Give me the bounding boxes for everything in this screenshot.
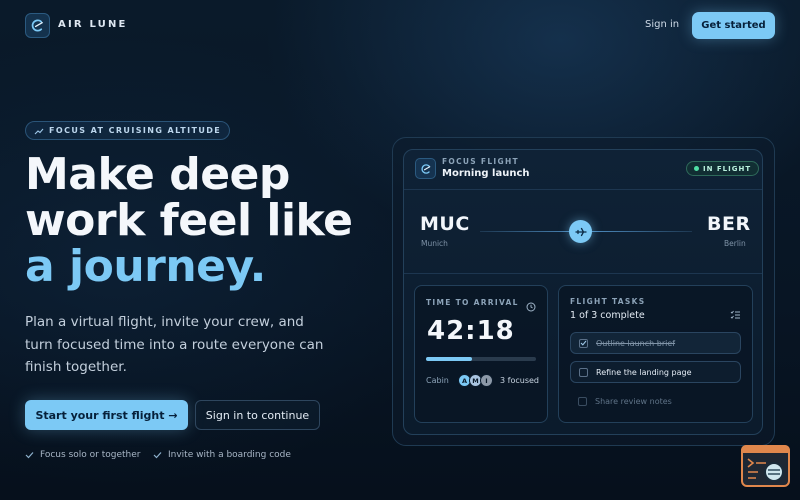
task-checkbox-checked[interactable]	[579, 338, 588, 348]
task-label: Share review notes	[595, 396, 672, 406]
check-label: Focus solo or together	[40, 450, 141, 460]
headline-line-2: work feel like	[25, 195, 353, 246]
start-flight-button[interactable]: Start your first flight →	[25, 400, 188, 430]
eyebrow-text: FOCUS AT CRUISING ALTITUDE	[49, 126, 222, 135]
headline-line-1: Make deep	[25, 149, 290, 200]
check-icon	[580, 340, 587, 346]
task-item[interactable]: Refine the landing page	[570, 361, 741, 383]
origin-code: MUC	[420, 213, 470, 235]
task-item[interactable]: Outline launch brief	[570, 332, 741, 354]
status-dot-icon	[694, 166, 699, 171]
logo-icon[interactable]	[25, 13, 50, 38]
flight-logo-icon	[415, 158, 436, 179]
checklist-icon[interactable]	[730, 305, 741, 324]
check-icon	[153, 452, 162, 459]
flight-title: Morning launch	[442, 168, 530, 179]
tasks-summary: 1 of 3 complete	[570, 310, 645, 321]
trend-icon	[34, 128, 44, 134]
check-label: Invite with a boarding code	[168, 450, 291, 460]
avatar: I	[480, 374, 493, 387]
destination-code: BER	[707, 213, 751, 235]
sign-in-continue-button[interactable]: Sign in to continue	[195, 400, 320, 430]
divider	[404, 189, 762, 190]
terminal-search-icon	[746, 456, 788, 490]
flight-eyebrow: FOCUS FLIGHT	[442, 157, 519, 166]
eyebrow-badge: FOCUS AT CRUISING ALTITUDE	[25, 121, 231, 140]
get-started-button[interactable]: Get started	[692, 12, 775, 39]
check-item: Focus solo or together	[25, 450, 140, 460]
tasks-eyebrow: FLIGHT TASKS	[570, 297, 646, 306]
headline-accent: a journey.	[25, 241, 266, 292]
clock-icon	[526, 297, 536, 316]
hero-subcopy: Plan a virtual flight, invite your crew,…	[25, 314, 324, 375]
floating-widget-bar	[741, 445, 790, 453]
sign-in-link[interactable]: Sign in	[645, 19, 679, 30]
task-label: Outline launch brief	[596, 338, 676, 348]
task-checkbox[interactable]	[578, 396, 587, 406]
task-item[interactable]: Share review notes	[570, 390, 741, 412]
arrival-timer: 42:18	[427, 316, 515, 346]
destination-city: Berlin	[724, 239, 746, 248]
arrival-progress-fill	[426, 357, 473, 361]
focused-count: 3 focused	[500, 376, 539, 385]
divider	[404, 273, 762, 274]
brand-name[interactable]: AIR LUNE	[58, 19, 128, 30]
plane-icon	[569, 220, 592, 243]
check-icon	[25, 452, 34, 459]
status-badge: IN FLIGHT	[686, 161, 760, 176]
status-label: IN FLIGHT	[703, 164, 752, 173]
task-label: Refine the landing page	[596, 367, 692, 377]
origin-city: Munich	[421, 239, 448, 248]
check-item: Invite with a boarding code	[153, 450, 291, 460]
arrival-progress	[426, 357, 536, 361]
hero-headline: Make deep work feel like a journey.	[25, 152, 385, 290]
cabin-label: Cabin	[426, 376, 449, 385]
task-checkbox[interactable]	[579, 367, 588, 377]
arrival-eyebrow: TIME TO ARRIVAL	[426, 298, 519, 307]
